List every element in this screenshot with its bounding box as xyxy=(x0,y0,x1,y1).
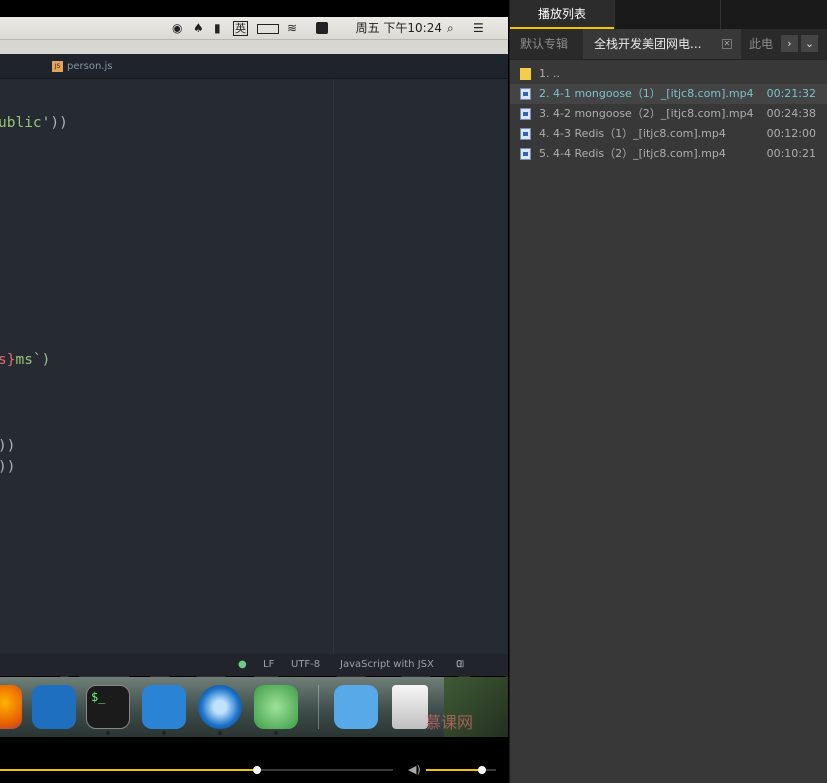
folder-icon xyxy=(520,68,531,80)
vscode-icon xyxy=(32,685,76,729)
playlist: 1. .. 2. 4-1 mongoose（1）_[itjc8.com].mp4 0… xyxy=(510,64,827,164)
header-divider xyxy=(614,0,615,29)
volume-slider-fill xyxy=(426,769,482,771)
playlist-item[interactable]: 5. 4-4 Redis（2）_[itjc8.com].mp4 00:10:21 xyxy=(510,144,827,164)
menubar-clock: 周五 下午10:24 xyxy=(355,21,442,35)
playlist-item-duration: 00:12:00 xyxy=(766,127,816,140)
playlist-item-title: 3. 4-2 mongoose（2）_[itjc8.com].mp4 xyxy=(539,107,754,120)
editor-tab-person-js: JS person.js xyxy=(52,59,112,75)
dock-separator xyxy=(318,685,319,729)
imooc-logo: 慕课网 xyxy=(425,713,474,732)
playlist-item-title: 4. 4-3 Redis（1）_[itjc8.com].mp4 xyxy=(539,127,726,140)
volume-slider[interactable] xyxy=(426,766,496,774)
wrap-guide xyxy=(333,79,334,654)
code-line: )) xyxy=(0,459,16,475)
video-file-icon xyxy=(520,148,531,160)
dock-dot xyxy=(274,731,278,735)
video-file-icon xyxy=(520,108,531,120)
mac-dock: $_ 慕课网 xyxy=(0,677,508,737)
playlist-item-duration: 00:21:32 xyxy=(766,87,816,100)
player-controls: ◀) xyxy=(0,760,508,783)
playlist-item[interactable]: 4. 4-3 Redis（1）_[itjc8.com].mp4 00:12:00 xyxy=(510,124,827,144)
sogou-icon xyxy=(316,22,328,34)
header-divider xyxy=(720,0,721,29)
video-frame[interactable]: ◉ ♠ ▮ 英 ≋ 周五 下午10:24 ⌕ ☰ JS person.js ubl… xyxy=(0,0,508,760)
seek-bar-fill xyxy=(0,769,258,771)
record-icon: ◉ xyxy=(172,21,183,35)
line-ending: LF xyxy=(263,659,275,670)
code-editor: ublic')) s}ms`) )) )) ITJC8.COM xyxy=(0,79,508,754)
keynote-icon xyxy=(142,685,186,729)
playlist-item[interactable]: 1. .. xyxy=(510,64,827,84)
editor-statusbar: ● LF UTF-8 JavaScript with JSX ⊡ 0 files xyxy=(0,654,508,692)
seek-bar[interactable] xyxy=(0,766,393,774)
wifi-icon: ≋ xyxy=(287,21,298,35)
panel-header: 播放列表 xyxy=(510,0,827,29)
trash-icon xyxy=(392,685,428,729)
evernote-icon: ♠ xyxy=(193,21,204,35)
downloads-folder-icon xyxy=(334,685,378,729)
code-line: s}ms`) xyxy=(0,352,51,368)
dock-dot xyxy=(106,731,110,735)
input-method-icon: 英 xyxy=(233,21,248,36)
playlist-panel: 播放列表 默认专辑 全栈开发美团网电... ✕ 此电 › ⌄ 1. .. 2. 4… xyxy=(509,0,827,783)
menu-icon: ☰ xyxy=(473,21,484,35)
js-file-icon: JS xyxy=(52,60,63,72)
chevron-down-icon[interactable]: ⌄ xyxy=(801,35,818,52)
editor-tab-strip: JS person.js xyxy=(0,54,508,79)
mic-icon: ▮ xyxy=(214,21,221,35)
editor-tab-label: person.js xyxy=(67,61,113,72)
battery-icon xyxy=(257,24,279,34)
status-dot: ● xyxy=(238,659,247,670)
playlist-item[interactable]: 3. 4-2 mongoose（2）_[itjc8.com].mp4 00:24:… xyxy=(510,104,827,124)
album-tabs: 默认专辑 全栈开发美团网电... ✕ 此电 › ⌄ xyxy=(510,29,827,60)
tab-playlist[interactable]: 播放列表 xyxy=(510,0,614,29)
playlist-item[interactable]: 2. 4-1 mongoose（1）_[itjc8.com].mp4 00:21:… xyxy=(510,84,827,104)
volume-icon[interactable]: ◀) xyxy=(408,763,421,776)
video-file-icon xyxy=(520,128,531,140)
code-line: ublic')) xyxy=(0,115,68,131)
seek-handle[interactable] xyxy=(253,766,262,774)
tab-active-album[interactable]: 全栈开发美团网电... xyxy=(583,29,741,59)
dock-dot xyxy=(162,731,166,735)
rocket-icon xyxy=(254,685,298,729)
tab-default-album[interactable]: 默认专辑 xyxy=(520,29,586,59)
mac-menubar: ◉ ♠ ▮ 英 ≋ 周五 下午10:24 ⌕ ☰ xyxy=(0,17,508,40)
video-file-icon xyxy=(520,88,531,100)
chevron-right-icon[interactable]: › xyxy=(781,35,798,52)
dock-dot xyxy=(218,731,222,735)
quicktime-icon xyxy=(198,685,242,729)
tab-this-pc[interactable]: 此电 xyxy=(749,29,779,59)
close-tab-icon[interactable]: ✕ xyxy=(722,39,732,49)
search-icon: ⌕ xyxy=(447,21,454,35)
grammar: JavaScript with JSX xyxy=(340,659,434,670)
editor-window-titlebar xyxy=(0,40,508,54)
playlist-item-title: 2. 4-1 mongoose（1）_[itjc8.com].mp4 xyxy=(539,87,754,100)
tab-active-album-label: 全栈开发美团网电... xyxy=(594,37,702,51)
playlist-item-title: 5. 4-4 Redis（2）_[itjc8.com].mp4 xyxy=(539,147,726,160)
playlist-item-duration: 00:24:38 xyxy=(766,107,816,120)
volume-handle[interactable] xyxy=(478,766,486,774)
playlist-item-title: 1. .. xyxy=(539,67,560,80)
code-line: )) xyxy=(0,438,16,454)
firefox-icon xyxy=(0,685,22,729)
playlist-item-duration: 00:10:21 xyxy=(766,147,816,160)
terminal-icon: $_ xyxy=(86,685,130,729)
encoding: UTF-8 xyxy=(291,659,321,670)
